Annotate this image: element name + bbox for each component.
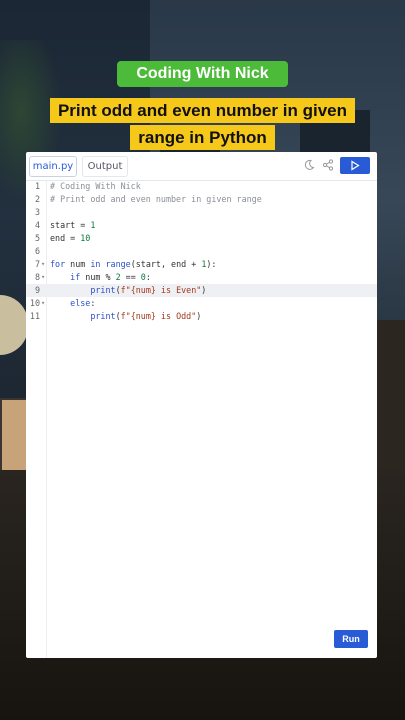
run-icon-button[interactable] [340,157,370,174]
tab-output[interactable]: Output [82,156,128,177]
video-title-text: Print odd and even number in given range… [49,98,356,150]
code-line: 10 ▾ else: [29,298,96,308]
play-icon [351,160,360,171]
background-lamp [0,295,28,355]
editor-tabbar: main.py Output [26,152,377,181]
code-line: 3 [34,207,40,217]
share-icon[interactable] [321,159,335,173]
moon-icon[interactable] [302,159,316,173]
code-line: 4 start = 1 [34,220,96,230]
code-line-highlighted: 9 print(f"{num} is Even") [26,284,377,297]
code-line: 7 ▾ for num in range(start, end + 1): [34,259,217,269]
tab-main-py[interactable]: main.py [29,156,77,177]
code-line: 8 ▾ if num % 2 == 0: [34,272,151,282]
code-line: 11 print(f"{num} is Odd") [29,311,202,321]
code-line: 6 [34,246,40,256]
code-editor: main.py Output 1 # Coding With Nick 2 # Pr… [26,152,377,658]
code-line: 1 # Coding With Nick [34,181,141,191]
video-title: Print odd and even number in given range… [40,97,365,151]
code-line: 2 # Print odd and even number in given ra… [34,194,262,204]
code-area[interactable]: 1 # Coding With Nick 2 # Print odd and eve… [26,180,377,323]
run-button[interactable]: Run [334,630,368,648]
brand-badge: Coding With Nick [117,61,288,87]
code-line: 5 end = 10 [34,233,91,243]
